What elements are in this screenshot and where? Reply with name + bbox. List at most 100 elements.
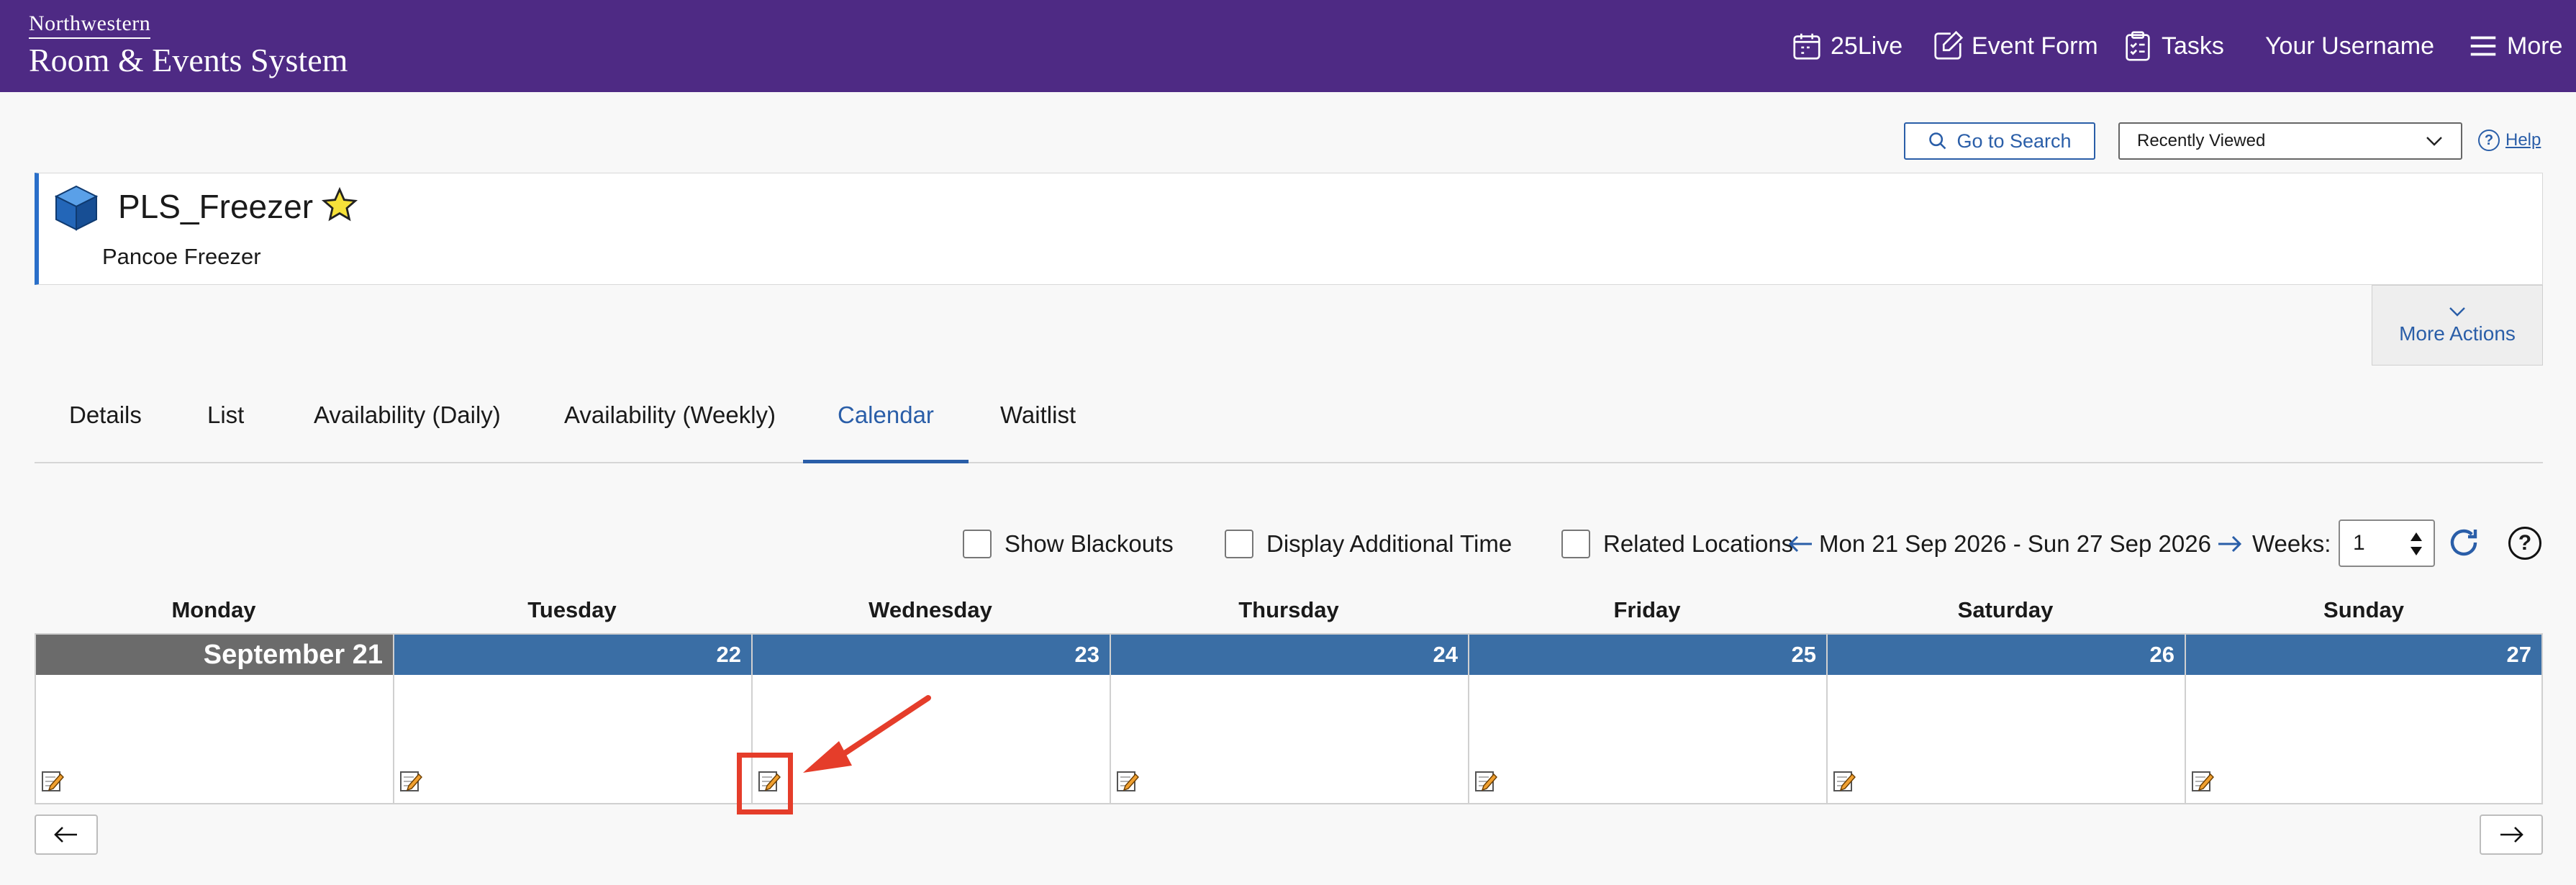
nav-tasks[interactable]: Tasks bbox=[2121, 0, 2224, 92]
tab-calendar-label: Calendar bbox=[838, 401, 934, 428]
brand-small-text: Northwestern bbox=[29, 12, 151, 39]
tab-availability-weekly[interactable]: Availability (Weekly) bbox=[564, 396, 776, 463]
calendar-day-cell[interactable]: 27 bbox=[2186, 635, 2541, 803]
location-subtitle: Pancoe Freezer bbox=[102, 244, 261, 269]
arrow-right-icon[interactable] bbox=[2216, 533, 2244, 555]
more-actions-label: More Actions bbox=[2399, 322, 2516, 345]
highlight-box bbox=[737, 753, 793, 814]
arrow-right-icon bbox=[2500, 827, 2523, 843]
display-additional-time-label: Display Additional Time bbox=[1266, 530, 1513, 557]
tab-waitlist[interactable]: Waitlist bbox=[1000, 396, 1076, 463]
day-header-sunday: Sunday bbox=[2323, 597, 2404, 622]
edit-form-icon bbox=[1934, 30, 1964, 60]
day-date-bar: 24 bbox=[1111, 635, 1468, 675]
edit-note-icon[interactable] bbox=[1474, 768, 1498, 793]
more-actions-button[interactable]: More Actions bbox=[2372, 285, 2543, 366]
nav-more-label: More bbox=[2507, 32, 2563, 60]
tab-waitlist-label: Waitlist bbox=[1000, 401, 1076, 428]
calendar-day-cell[interactable]: September 21 bbox=[36, 635, 394, 803]
top-header: Northwestern Room & Events System 25Live… bbox=[0, 0, 2576, 92]
go-to-search-button[interactable]: Go to Search bbox=[1904, 122, 2095, 160]
related-locations-label: Related Locations bbox=[1603, 530, 1794, 557]
nav-username[interactable]: Your Username bbox=[2265, 0, 2434, 92]
date-range-label: Mon 21 Sep 2026 - Sun 27 Sep 2026 bbox=[1819, 530, 2211, 557]
location-name: PLS_Freezer bbox=[118, 188, 314, 225]
related-locations-checkbox[interactable] bbox=[1561, 530, 1590, 558]
edit-note-icon[interactable] bbox=[399, 768, 423, 793]
tab-calendar[interactable]: Calendar bbox=[803, 396, 969, 463]
day-date-bar: 26 bbox=[1828, 635, 2185, 675]
day-header-tuesday: Tuesday bbox=[527, 597, 617, 622]
display-additional-time-checkbox[interactable] bbox=[1225, 530, 1253, 558]
tab-availability-weekly-label: Availability (Weekly) bbox=[564, 401, 776, 428]
nav-tasks-label: Tasks bbox=[2162, 32, 2224, 60]
star-favorite-icon[interactable] bbox=[321, 186, 358, 224]
display-additional-time-option[interactable]: Display Additional Time bbox=[1225, 528, 1512, 560]
edit-note-icon[interactable] bbox=[40, 768, 65, 793]
edit-note-icon[interactable] bbox=[1832, 768, 1856, 793]
go-to-search-label: Go to Search bbox=[1956, 130, 2072, 152]
tab-list[interactable]: List bbox=[207, 396, 244, 463]
recently-viewed-select[interactable]: Recently Viewed bbox=[2118, 122, 2462, 160]
day-header-monday: Monday bbox=[171, 597, 256, 622]
calendar-day-cell[interactable]: 24 bbox=[1111, 635, 1469, 803]
calendar-day-cell[interactable]: 25 bbox=[1469, 635, 1828, 803]
nav-more[interactable]: More bbox=[2467, 0, 2562, 92]
hamburger-menu-icon bbox=[2470, 36, 2496, 56]
chevron-down-icon bbox=[2449, 307, 2465, 317]
day-date-bar: 25 bbox=[1469, 635, 1826, 675]
day-header-friday: Friday bbox=[1613, 597, 1681, 622]
calendar-grid: September 21 22 23 24 25 26 27 bbox=[35, 633, 2543, 804]
cube-icon bbox=[55, 185, 98, 231]
help-icon: ? bbox=[2478, 130, 2500, 151]
calendar-icon bbox=[1793, 33, 1820, 60]
location-title-card: PLS_Freezer Pancoe Freezer bbox=[35, 173, 2543, 285]
nav-25live[interactable]: 25Live bbox=[1790, 0, 1902, 92]
day-date-bar: 22 bbox=[394, 635, 751, 675]
recently-viewed-value: Recently Viewed bbox=[2137, 131, 2266, 150]
chevron-down-icon bbox=[2426, 137, 2442, 146]
calendar-day-cell[interactable]: 26 bbox=[1828, 635, 2186, 803]
arrow-left-icon bbox=[54, 827, 77, 843]
tab-availability-daily[interactable]: Availability (Daily) bbox=[314, 396, 501, 463]
search-icon bbox=[1929, 132, 1946, 150]
show-blackouts-option[interactable]: Show Blackouts bbox=[963, 528, 1174, 560]
username-label: Your Username bbox=[2265, 32, 2434, 60]
weeks-value: 1 bbox=[2353, 531, 2365, 555]
edit-note-icon[interactable] bbox=[2190, 768, 2215, 793]
help-link[interactable]: ? Help bbox=[2478, 130, 2541, 151]
brand-logo[interactable]: Northwestern Room & Events System bbox=[29, 12, 348, 81]
tab-list-label: List bbox=[207, 401, 245, 428]
weeks-label: Weeks: bbox=[2252, 530, 2331, 557]
day-date-bar: 27 bbox=[2186, 635, 2541, 675]
day-header-thursday: Thursday bbox=[1238, 597, 1339, 622]
day-header-saturday: Saturday bbox=[1957, 597, 2054, 622]
clipboard-checklist-icon bbox=[2126, 31, 2150, 61]
date-range-nav: Mon 21 Sep 2026 - Sun 27 Sep 2026 bbox=[1786, 528, 2244, 560]
nav-event-form-label: Event Form bbox=[1972, 32, 2098, 60]
help-label: Help bbox=[2505, 130, 2541, 150]
spinner-arrows-icon[interactable] bbox=[2409, 530, 2423, 558]
show-blackouts-label: Show Blackouts bbox=[1004, 530, 1174, 557]
tab-details-label: Details bbox=[69, 401, 142, 428]
weeks-stepper[interactable]: 1 bbox=[2339, 519, 2435, 567]
day-date-bar: 23 bbox=[753, 635, 1110, 675]
show-blackouts-checkbox[interactable] bbox=[963, 530, 992, 558]
red-arrow-annotation bbox=[803, 695, 931, 773]
day-date-bar: September 21 bbox=[36, 635, 393, 675]
previous-week-button[interactable] bbox=[35, 814, 98, 855]
tab-details[interactable]: Details bbox=[69, 396, 142, 463]
related-locations-option[interactable]: Related Locations bbox=[1561, 528, 1793, 560]
arrow-left-icon[interactable] bbox=[1786, 533, 1815, 555]
nav-25live-label: 25Live bbox=[1831, 32, 1903, 60]
calendar-day-cell[interactable]: 22 bbox=[394, 635, 753, 803]
next-week-button[interactable] bbox=[2480, 814, 2543, 855]
day-header-wednesday: Wednesday bbox=[869, 597, 992, 622]
brand-title: Room & Events System bbox=[29, 42, 348, 78]
edit-note-icon[interactable] bbox=[1115, 768, 1140, 793]
tab-availability-daily-label: Availability (Daily) bbox=[314, 401, 501, 428]
nav-event-form[interactable]: Event Form bbox=[1931, 0, 2098, 92]
calendar-help-icon[interactable]: ? bbox=[2508, 527, 2541, 560]
refresh-icon[interactable] bbox=[2446, 525, 2481, 560]
location-tabs: Details List Availability (Daily) Availa… bbox=[35, 396, 2543, 463]
